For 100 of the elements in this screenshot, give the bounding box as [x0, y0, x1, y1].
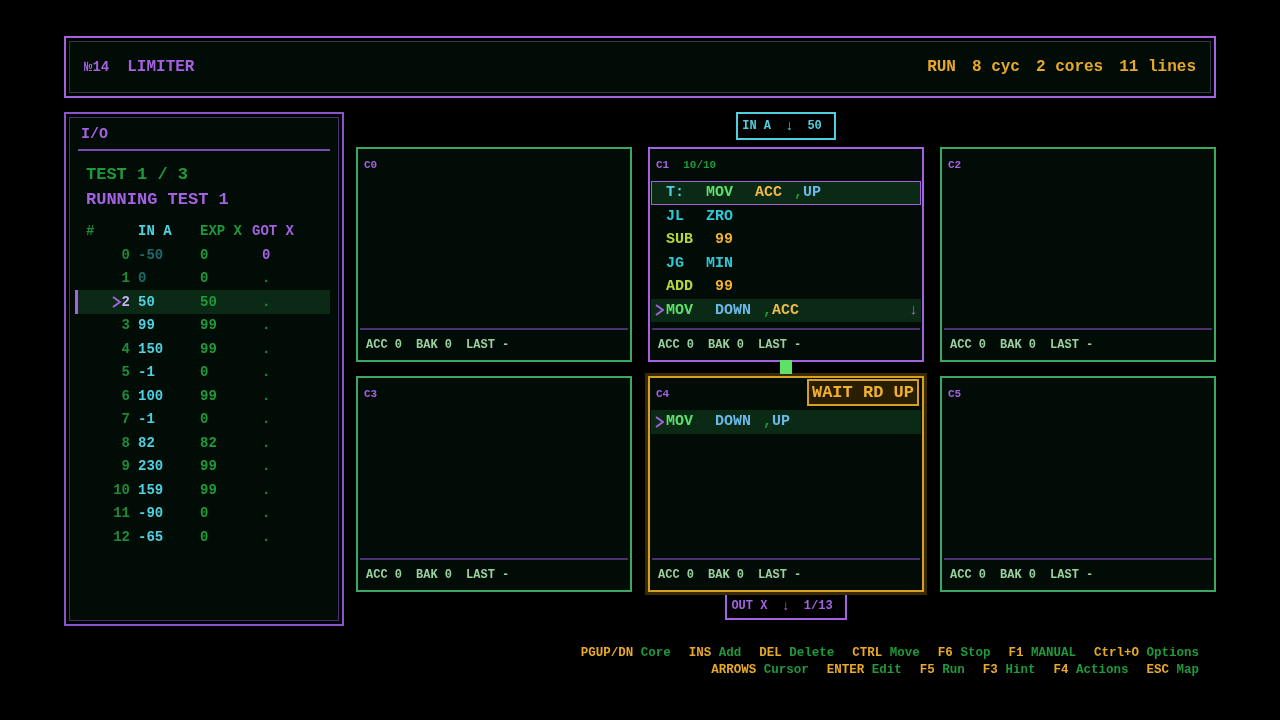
- table-cell: 0: [200, 246, 209, 263]
- shortcut-hint: ESC Map: [1146, 663, 1199, 677]
- table-cell: 50: [200, 293, 217, 310]
- stat-text: 8 cyc: [971, 58, 1020, 76]
- table-cell: 0: [200, 411, 209, 428]
- register-text: BAK 0: [1000, 568, 1037, 582]
- table-cell: 99: [200, 317, 217, 334]
- register-text: LAST -: [758, 338, 802, 352]
- core-panel[interactable]: C2 ACC 0 BAK 0 LAST -: [940, 147, 1216, 362]
- code-line[interactable]: SUB 99: [651, 228, 921, 252]
- code-token: ACC: [772, 301, 800, 319]
- core-panel[interactable]: C5 ACC 0 BAK 0 LAST -: [940, 376, 1216, 592]
- table-cell: 99: [200, 481, 217, 498]
- table-row[interactable]: 7 -1 0 .: [75, 407, 330, 431]
- code-token: MOV: [666, 301, 693, 319]
- table-cell: .: [262, 387, 271, 404]
- table-cell: 0: [262, 246, 271, 263]
- core-name: C4: [656, 388, 670, 400]
- table-cell: 9: [121, 458, 130, 475]
- table-cell: .: [262, 481, 271, 498]
- code-token: MOV: [706, 184, 734, 202]
- shortcut-hint: F4 Actions: [1053, 663, 1129, 677]
- table-row[interactable]: 8 82 82 .: [75, 431, 330, 455]
- code-token: 99: [715, 231, 734, 249]
- table-cell: 2: [121, 293, 130, 310]
- core-name: C2: [948, 159, 962, 171]
- table-cell: 11: [113, 505, 130, 522]
- register-text: LAST -: [1050, 338, 1094, 352]
- register-text: BAK 0: [708, 568, 745, 582]
- core-panel[interactable]: C0 ACC 0 BAK 0 LAST -: [356, 147, 632, 362]
- register-text: LAST -: [1050, 568, 1094, 582]
- stat-text: 11 lines: [1119, 58, 1196, 76]
- table-cell: .: [262, 458, 271, 475]
- table-cell: 99: [138, 317, 155, 334]
- shortcut-hint: F3 Hint: [982, 663, 1036, 677]
- port-value: 50: [807, 119, 822, 133]
- table-row[interactable]: 9 230 99 .: [75, 454, 330, 478]
- line-count: 10/10: [683, 159, 717, 171]
- table-cell: 6: [121, 387, 130, 404]
- code-token: ACC: [755, 184, 783, 202]
- code-line[interactable]: ADD 99: [651, 275, 921, 299]
- table-cell: .: [262, 293, 271, 310]
- code-token: SUB: [666, 231, 693, 249]
- table-cell: 0: [200, 528, 209, 545]
- code-token: MOV: [666, 413, 693, 431]
- register-text: BAK 0: [1000, 338, 1037, 352]
- table-cell: .: [262, 434, 271, 451]
- test-counter: TEST 1 / 3: [86, 165, 190, 184]
- code-token: ZRO: [706, 207, 734, 225]
- code-token: JL: [666, 207, 684, 225]
- table-cell: 0: [121, 246, 130, 263]
- shortcut-hint: F1 MANUAL: [1008, 646, 1076, 660]
- table-row[interactable]: 0 -50 0 0: [75, 243, 330, 267]
- core-name: C3: [364, 388, 378, 400]
- table-row[interactable]: 1 0 0 .: [75, 266, 330, 290]
- table-cell: 7: [121, 411, 130, 428]
- status-badge: WAIT RD UP: [806, 379, 919, 406]
- port-name: IN A: [742, 119, 771, 133]
- code-token: MIN: [706, 254, 734, 272]
- port-value: 1/13: [803, 599, 833, 613]
- core-panel[interactable]: C1 10/10 T: MOV ACC ,UP JL ZRO SUB 99 JG MIN ADD 99 MOV DOWN ,ACC ↓ ACC 0 BAK 0 LAST -: [648, 147, 924, 362]
- table-cell: 99: [200, 458, 217, 475]
- stat-text: RUN: [927, 58, 956, 76]
- table-cell: 0: [200, 364, 209, 381]
- register-text: LAST -: [466, 338, 510, 352]
- register-text: BAK 0: [708, 338, 745, 352]
- table-cell: 99: [200, 340, 217, 357]
- code-token: ,: [794, 184, 804, 202]
- table-row[interactable]: 12 -65 0 .: [75, 525, 330, 549]
- code-token: UP: [772, 413, 791, 431]
- port-indicator-icon: [780, 360, 792, 374]
- column-header: #: [86, 223, 96, 239]
- code-token: 99: [715, 278, 734, 296]
- shortcut-hint: ENTER Edit: [826, 663, 902, 677]
- code-token: T:: [666, 184, 684, 202]
- code-token: ,: [763, 301, 773, 319]
- port-arrow: ↓: [781, 598, 790, 614]
- table-cell: .: [262, 505, 271, 522]
- table-row[interactable]: 3 99 99 .: [75, 313, 330, 337]
- shortcut-hint: F5 Run: [919, 663, 965, 677]
- table-row[interactable]: 5 -1 0 .: [75, 360, 330, 384]
- shortcut-hint: CTRL Move: [852, 646, 920, 660]
- run-status: RUNNING TEST 1: [86, 190, 230, 209]
- table-row[interactable]: 6 100 99 .: [75, 384, 330, 408]
- level-title: LIMITER: [127, 58, 195, 76]
- table-cell: 50: [138, 293, 155, 310]
- table-row[interactable]: 10 159 99 .: [75, 478, 330, 502]
- code-token: DOWN: [715, 301, 752, 319]
- table-cell: 150: [138, 340, 164, 357]
- code-token: JG: [666, 254, 684, 272]
- register-text: ACC 0: [658, 338, 694, 352]
- shortcut-hint: PGUP/DN Core: [580, 646, 671, 660]
- core-panel[interactable]: C4 WAIT RD UP MOV DOWN ,UP ACC 0 BAK 0 LAST -: [648, 376, 924, 592]
- core-panel[interactable]: C3 ACC 0 BAK 0 LAST -: [356, 376, 632, 592]
- table-row[interactable]: 11 -90 0 .: [75, 501, 330, 525]
- table-row[interactable]: 2 50 50 .: [75, 290, 330, 314]
- table-row[interactable]: 4 150 99 .: [75, 337, 330, 361]
- caret-icon: [654, 304, 664, 317]
- code-line[interactable]: JG MIN: [651, 251, 921, 275]
- code-line[interactable]: JL ZRO: [651, 204, 921, 228]
